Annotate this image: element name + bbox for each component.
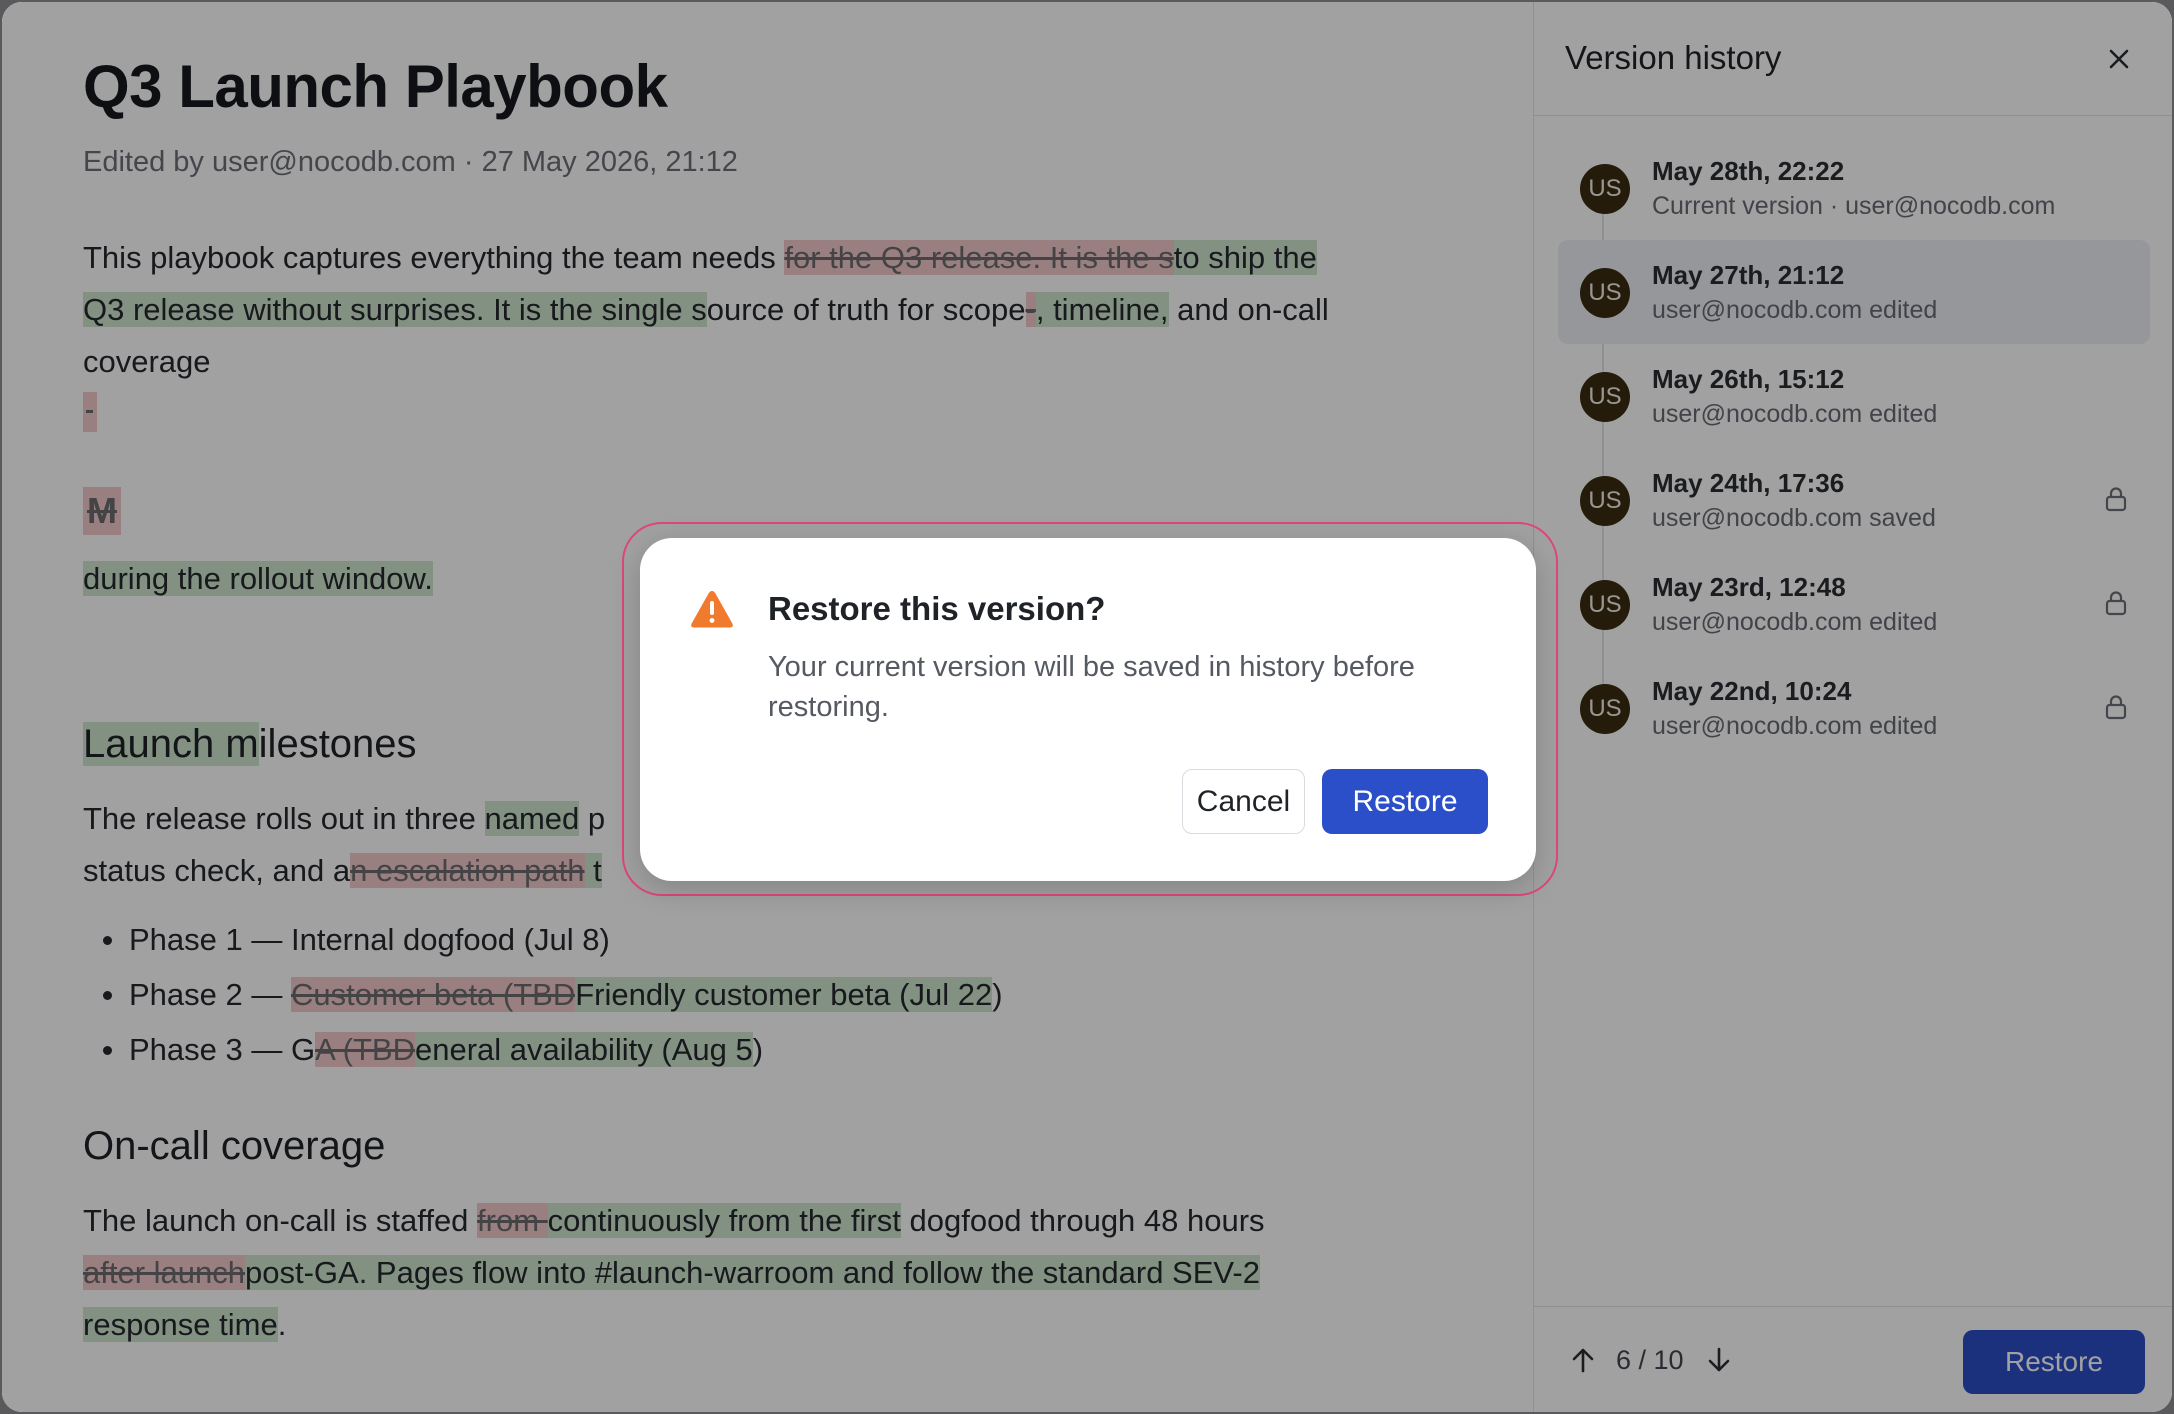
restore-button[interactable]: Restore (1322, 769, 1488, 834)
cancel-button[interactable]: Cancel (1182, 769, 1305, 834)
dialog-title: Restore this version? (768, 590, 1106, 627)
version-history-window: Q3 Launch Playbook Edited by user@nocodb… (2, 2, 2172, 1412)
warning-icon (689, 588, 735, 630)
restore-confirm-dialog: Restore this version? Your current versi… (640, 538, 1536, 881)
dialog-message: Your current version will be saved in hi… (768, 651, 1415, 723)
